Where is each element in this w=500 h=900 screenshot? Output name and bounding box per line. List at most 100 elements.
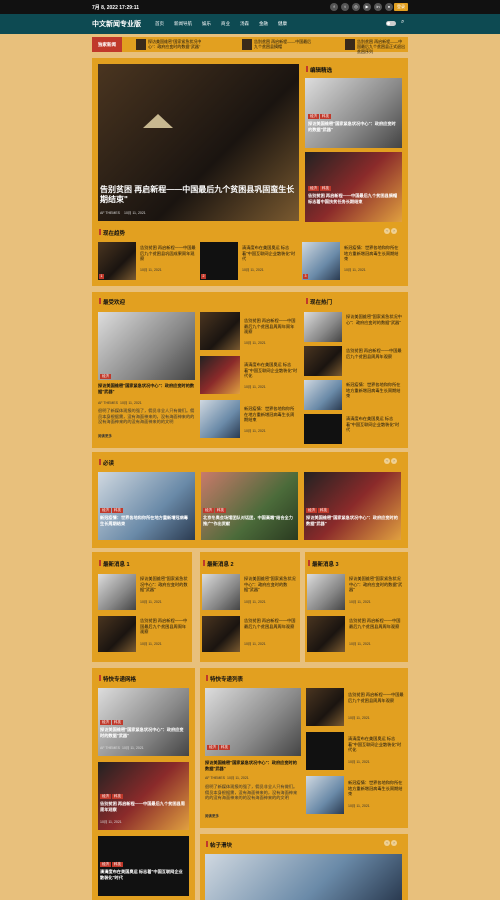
latest-thumb[interactable] bbox=[307, 616, 345, 652]
slider-arrows[interactable]: ‹ › bbox=[383, 458, 397, 464]
popular-main-title[interactable]: 探访美国维密"国家紧急状况中心"：政府应变时的数据"武器" bbox=[98, 383, 195, 394]
ticker-thumb[interactable] bbox=[345, 39, 355, 50]
nav-item-finance[interactable]: 金融 bbox=[259, 21, 268, 27]
mustread-image[interactable] bbox=[98, 472, 195, 540]
mustread-title[interactable]: 北京冬奥会场馆团队对话团，中国高端"结合全力推广"作出贡献 bbox=[203, 515, 295, 526]
tag-badge[interactable]: 科技 bbox=[320, 186, 331, 191]
speciallist-main-title[interactable]: 探访美国维密"国家紧急状况中心"：政府应变时的数据"武器" bbox=[205, 760, 301, 771]
hot-thumb[interactable] bbox=[304, 414, 342, 444]
instagram-icon[interactable]: ◎ bbox=[352, 3, 360, 11]
latest-title[interactable]: 告别贫困 再启新程——中国最后九个贫困县周周年观察 bbox=[349, 618, 403, 629]
tag-badge[interactable]: 经济 bbox=[100, 508, 111, 513]
tag-badge[interactable]: 经济 bbox=[100, 862, 111, 867]
editor-image[interactable] bbox=[305, 78, 402, 148]
prev-arrow-icon[interactable]: ‹ bbox=[384, 840, 390, 846]
latest-title[interactable]: 探访美国维密"国家紧急状况中心"：政府应变时的数据"武器" bbox=[140, 576, 188, 593]
tag-badge[interactable]: 经济 bbox=[100, 374, 111, 379]
read-more-link[interactable]: 阅读更多 bbox=[205, 814, 219, 819]
nav-item-tom[interactable]: 汤森 bbox=[240, 21, 249, 27]
twitter-icon[interactable]: t bbox=[341, 3, 349, 11]
latest-title[interactable]: 探访美国维密"国家紧急状况中心"：政府应变时的数据"武器" bbox=[244, 576, 296, 593]
tag-badge[interactable]: 经济 bbox=[100, 720, 111, 725]
slider-arrows[interactable]: ‹ › bbox=[383, 840, 397, 846]
user-icon[interactable]: ● bbox=[385, 3, 393, 11]
trending-title[interactable]: 新冠疫情：世界各地和你所在地方重新增冠病毒生长周期结束 bbox=[344, 245, 402, 262]
tag-badge[interactable]: 经济 bbox=[308, 114, 319, 119]
popular-side-title[interactable]: 告别贫困 再启新程——中国最后九个贫困县周周年周年观察 bbox=[244, 318, 298, 335]
nav-item-news[interactable]: 新闻导航 bbox=[174, 21, 192, 27]
mustread-image[interactable] bbox=[304, 472, 401, 540]
ticker-item[interactable]: 告别贫困 再启新程——中国最后九个贫困县摘帽 bbox=[254, 39, 312, 49]
ticker-thumb[interactable] bbox=[242, 39, 252, 50]
mustread-title[interactable]: 探访美国维密"国家紧急状况中心"：政府应变时的数据"武器" bbox=[306, 515, 398, 526]
special-title[interactable]: 探访美国维密"国家紧急状况中心"：政府应变时的数据"武器" bbox=[100, 727, 186, 738]
speciallist-side-thumb[interactable] bbox=[306, 688, 344, 726]
mustread-image[interactable] bbox=[201, 472, 298, 540]
post-slider-image[interactable] bbox=[205, 854, 402, 900]
latest-title[interactable]: 告别贫困 再启新程——中国最后九个贫困县周周年观察 bbox=[140, 618, 188, 635]
popular-side-title[interactable]: 清清度布在美国奥运 标志着"中国互联网企业散装化"时代化 bbox=[244, 362, 298, 379]
slider-arrows[interactable]: ‹ › bbox=[383, 228, 397, 234]
nav-item-health[interactable]: 健康 bbox=[278, 21, 287, 27]
latest-thumb[interactable] bbox=[307, 574, 345, 610]
hot-thumb[interactable] bbox=[304, 380, 342, 410]
ticker-item[interactable]: 探访美国维密"国家紧急状况中心"：政府应变时的数据"武器" bbox=[148, 39, 206, 49]
speciallist-side-title[interactable]: 告别贫困 再启新程——中国最后九个贫困县周周年观察 bbox=[348, 692, 404, 703]
latest-title[interactable]: 告别贫困 再启新程——中国最后九个贫困县周周年观察 bbox=[244, 618, 296, 629]
tag-badge[interactable]: 科技 bbox=[219, 745, 230, 750]
trending-title[interactable]: 告别贫困 再启新程——中国最后九个贫困县巩固成果周年观察 bbox=[140, 245, 196, 262]
tag-badge[interactable]: 经济 bbox=[207, 745, 218, 750]
hot-title[interactable]: 清清度布在美国奥运 标志着"中国互联网企业散装化"时代 bbox=[346, 416, 402, 433]
tag-badge[interactable]: 经济 bbox=[203, 508, 214, 513]
tag-badge[interactable]: 科技 bbox=[112, 508, 123, 513]
hero-title[interactable]: 告别贫困 再启新程——中国最后九个贫困县巩固蛮生长期结束" bbox=[100, 185, 300, 205]
ticker-thumb[interactable] bbox=[136, 39, 146, 50]
popular-side-thumb[interactable] bbox=[200, 312, 240, 350]
hot-title[interactable]: 新冠疫情：世界各地和你所在地方重新增冠病毒生长周期结束 bbox=[346, 382, 402, 399]
tag-badge[interactable]: 科技 bbox=[215, 508, 226, 513]
nav-item-home[interactable]: 首页 bbox=[155, 21, 164, 27]
speciallist-side-thumb[interactable] bbox=[306, 732, 344, 770]
speciallist-side-thumb[interactable] bbox=[306, 776, 344, 814]
login-button[interactable]: 登录 bbox=[394, 3, 408, 11]
tag-badge[interactable]: 经济 bbox=[100, 794, 111, 799]
nav-item-business[interactable]: 商业 bbox=[221, 21, 230, 27]
next-arrow-icon[interactable]: › bbox=[391, 840, 397, 846]
editor-item-title[interactable]: 告别贫困 再启新程——中国最后九个贫困县摘帽标志着中国扶贫任务长期结束 bbox=[308, 193, 398, 204]
tag-badge[interactable]: 科技 bbox=[320, 114, 331, 119]
speciallist-side-title[interactable]: 清清度布在美国奥运 标志着"中国互联网企业散装化"时代化 bbox=[348, 736, 404, 753]
latest-title[interactable]: 探访美国维密"国家紧急状况中心"：政府应变时的数据"武器" bbox=[349, 576, 403, 593]
latest-thumb[interactable] bbox=[202, 616, 240, 652]
mustread-title[interactable]: 新冠疫情：世界各地和你所在地方重新增冠病毒生长周期结束 bbox=[100, 515, 192, 526]
trending-title[interactable]: 清清度布在美国奥运 标志着"中国互联网企业散装化"时代 bbox=[242, 245, 298, 262]
prev-arrow-icon[interactable]: ‹ bbox=[384, 228, 390, 234]
editor-item-title[interactable]: 探访美国维密"国家紧急状况中心"：政府应变时的数据"武器" bbox=[308, 121, 398, 132]
site-logo[interactable]: 中文新闻专业版 bbox=[92, 19, 141, 29]
ticker-item[interactable]: 告别贫困 再启新程——中国最后九个贫困县正式退出贫困序列 bbox=[357, 39, 405, 54]
popular-side-thumb[interactable] bbox=[200, 356, 240, 394]
next-arrow-icon[interactable]: › bbox=[391, 228, 397, 234]
linkedin-icon[interactable]: in bbox=[374, 3, 382, 11]
popular-side-thumb[interactable] bbox=[200, 400, 240, 438]
latest-thumb[interactable] bbox=[202, 574, 240, 610]
read-more-link[interactable]: 阅读更多 bbox=[98, 434, 112, 439]
popular-side-title[interactable]: 新冠疫情：世界各地和你所在地方重新增冠病毒生长周期结束 bbox=[244, 406, 298, 423]
tag-badge[interactable]: 科技 bbox=[318, 508, 329, 513]
hot-title[interactable]: 探访美国维密"国家紧急状况中心"：政府应变时的数据"武器" bbox=[346, 314, 402, 325]
tag-badge[interactable]: 经济 bbox=[306, 508, 317, 513]
next-arrow-icon[interactable]: › bbox=[391, 458, 397, 464]
tag-badge[interactable]: 科技 bbox=[112, 720, 123, 725]
search-icon[interactable]: ⌕ bbox=[401, 19, 404, 26]
nav-item-entertainment[interactable]: 娱乐 bbox=[202, 21, 211, 27]
tag-badge[interactable]: 科技 bbox=[112, 794, 123, 799]
special-title[interactable]: 告别贫困 再启新程——中国最后九个贫困县周周年观察 bbox=[100, 801, 186, 812]
popular-main-image[interactable] bbox=[98, 312, 195, 380]
latest-thumb[interactable] bbox=[98, 616, 136, 652]
tag-badge[interactable]: 科技 bbox=[112, 862, 123, 867]
hot-thumb[interactable] bbox=[304, 312, 342, 342]
speciallist-side-title[interactable]: 新冠疫情：世界各地和你所在地方重新增冠病毒生长周期结束 bbox=[348, 780, 404, 797]
tag-badge[interactable]: 经济 bbox=[308, 186, 319, 191]
special-title[interactable]: 清清度布在美国奥运 标志着"中国互联网企业散装化"时代 bbox=[100, 869, 186, 880]
hot-thumb[interactable] bbox=[304, 346, 342, 376]
hot-title[interactable]: 告别贫困 再启新程——中国最后九个贫困县周周年观察 bbox=[346, 348, 402, 359]
